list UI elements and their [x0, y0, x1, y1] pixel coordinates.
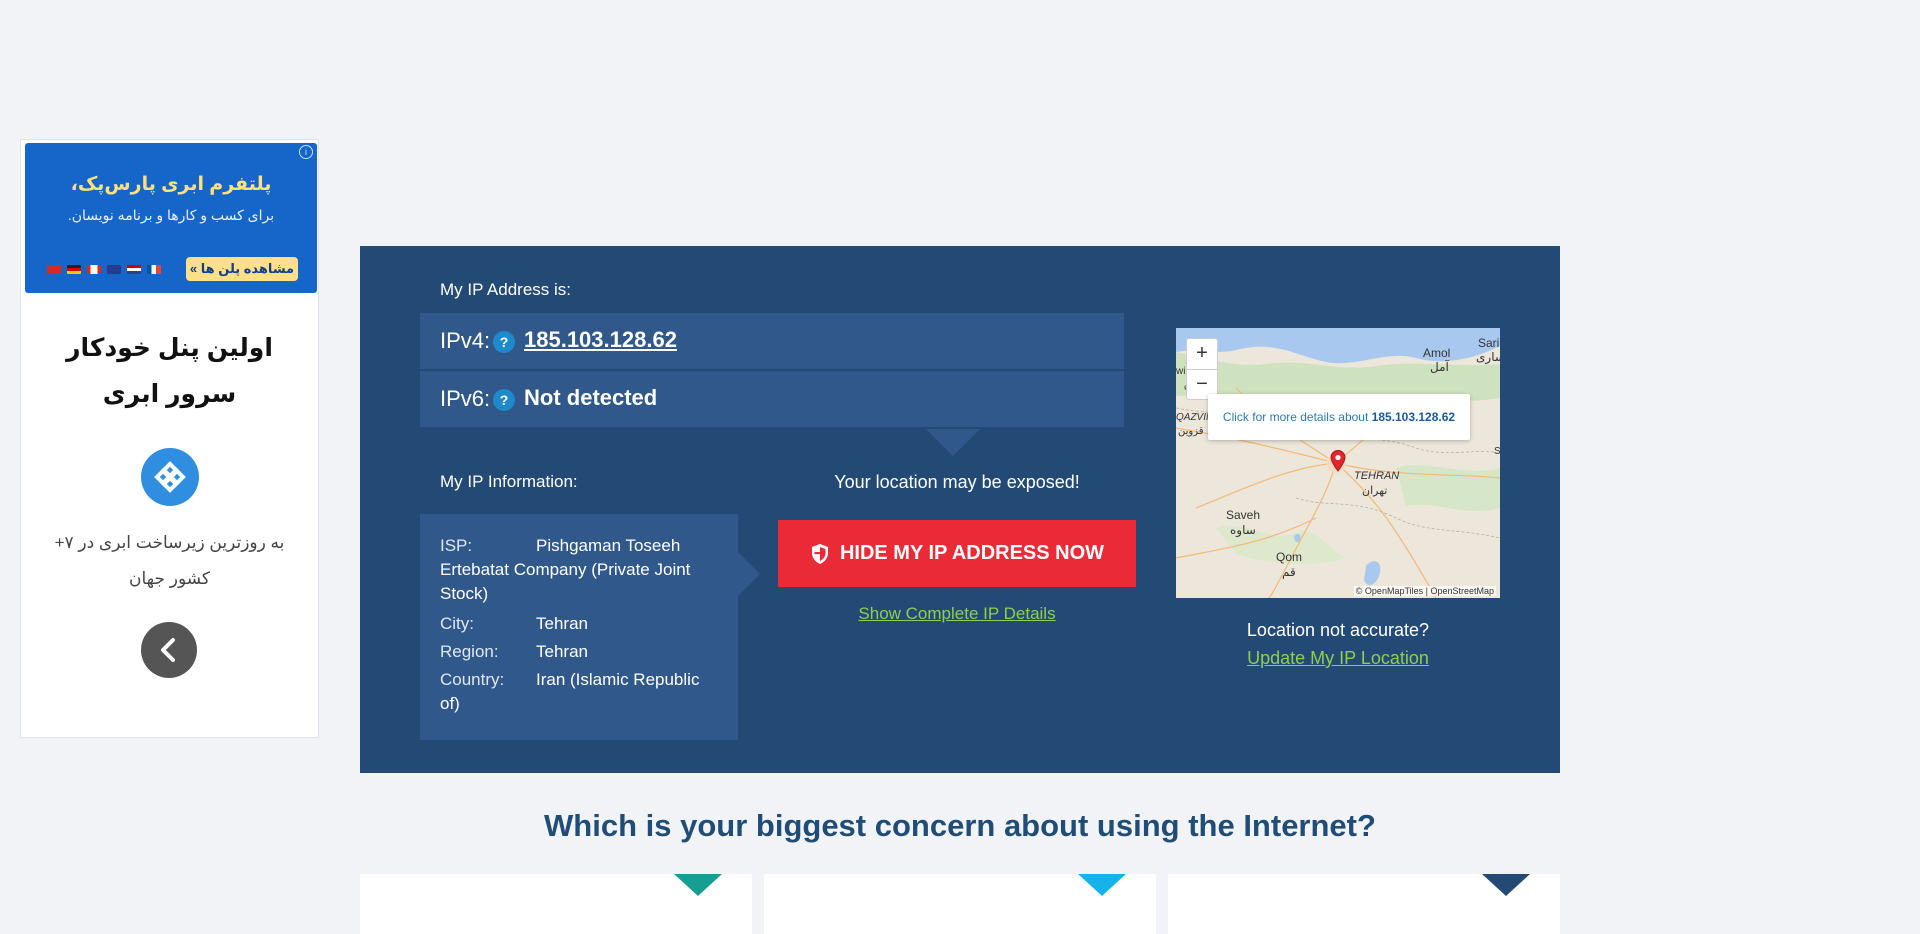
ipv4-label: IPv4: — [440, 328, 491, 353]
country-value-continued: of) — [440, 694, 460, 713]
chevron-left-icon — [161, 638, 175, 662]
ad-info-icon[interactable]: i — [299, 145, 313, 159]
region-row: Region: Tehran — [440, 640, 725, 664]
ad-banner-subtitle: برای کسب و کارها و برنامه نویسان. — [67, 207, 275, 223]
isp-label: ISP: — [440, 536, 473, 555]
map-attribution[interactable]: © OpenMapTiles | OpenStreetMap — [1353, 586, 1496, 596]
ad-banner-title: پلتفرم ابری پارس‌پک، — [70, 174, 272, 195]
city-value: Tehran — [536, 614, 588, 633]
ipv6-row: IPv6: ? Not detected — [420, 371, 1124, 427]
advertisement[interactable]: i پلتفرم ابری پارس‌پک، برای کسب و کارها … — [20, 139, 319, 738]
map-label-saveh-fa: ساوه — [1230, 523, 1256, 537]
city-label: City: — [440, 614, 474, 633]
map-label-qom-fa: قم — [1282, 565, 1296, 579]
info-arrow-decoration — [738, 552, 760, 596]
map-label-amol: Amol — [1423, 346, 1451, 360]
country-label: Country: — [440, 670, 505, 689]
shield-icon — [811, 543, 828, 564]
info-heading: My IP Information: — [440, 472, 578, 491]
map-zoom-control: + − — [1186, 338, 1218, 400]
map-popup[interactable]: Click for more details about 185.103.128… — [1208, 394, 1470, 440]
region-label: Region: — [440, 642, 499, 661]
ipv4-row: IPv4: ? 185.103.128.62 — [420, 313, 1124, 369]
map-label-qazvin-fa: قزوین — [1178, 426, 1204, 437]
ip-panel: My IP Address is: IPv4: ? 185.103.128.62… — [360, 246, 1560, 773]
ad-logo-icon — [141, 448, 199, 506]
map-popup-ip: 185.103.128.62 — [1371, 410, 1456, 424]
ad-prev-button[interactable] — [141, 622, 197, 678]
location-map[interactable]: Amol آمل Sari ساری win ق QAZVIN قزوین S … — [1176, 328, 1500, 598]
location-marker-icon[interactable] — [1330, 450, 1346, 472]
ipv6-value: Not detected — [524, 385, 658, 410]
map-label-amol-fa: آمل — [1430, 360, 1449, 374]
isp-value-continued: Ertebatat Company (Private Joint Stock) — [440, 560, 691, 603]
concern-card-1[interactable] — [360, 874, 752, 934]
ad-headline: اولین پنل خودکار سرور ابری — [66, 334, 273, 408]
map-label-tehran-fa: تهران — [1362, 485, 1388, 497]
map-label-sari-fa: ساری — [1476, 350, 1500, 364]
card-3-triangle — [1482, 874, 1530, 896]
concern-heading: Which is your biggest concern about usin… — [544, 808, 1376, 843]
country-row: Country: Iran (Islamic Republic — [440, 668, 725, 692]
map-popup-text: Click for more details about — [1222, 410, 1369, 424]
map-label-s: S — [1494, 446, 1500, 457]
map-label-sari: Sari — [1478, 336, 1500, 350]
help-icon[interactable]: ? — [493, 389, 515, 411]
show-details-link[interactable]: Show Complete IP Details — [778, 604, 1136, 624]
ipv4-value[interactable]: 185.103.128.62 — [524, 327, 677, 353]
map-label-tehran: TEHRAN — [1354, 470, 1400, 482]
map-label-qom: Qom — [1276, 550, 1303, 564]
zoom-in-button[interactable]: + — [1187, 339, 1217, 369]
ad-banner[interactable]: i پلتفرم ابری پارس‌پک، برای کسب و کارها … — [25, 143, 317, 293]
isp-value: Pishgaman Toseeh — [536, 536, 681, 555]
help-icon[interactable]: ? — [493, 331, 515, 353]
concern-card-2[interactable] — [764, 874, 1156, 934]
hide-ip-button[interactable]: HIDE MY IP ADDRESS NOW — [778, 520, 1136, 587]
notch-decoration — [926, 429, 980, 456]
flags-icon — [47, 265, 161, 274]
concern-card-3[interactable] — [1168, 874, 1560, 934]
exposure-warning: Your location may be exposed! — [834, 472, 1080, 492]
ip-heading: My IP Address is: — [440, 280, 572, 299]
region-value: Tehran — [536, 642, 588, 661]
city-row: City: Tehran — [440, 612, 725, 636]
country-value: Iran (Islamic Republic — [536, 670, 700, 689]
hide-ip-button-label: HIDE MY IP ADDRESS NOW — [839, 542, 1105, 564]
ad-plans-button[interactable]: مشاهده پلن ها » — [186, 257, 298, 281]
card-1-triangle — [674, 874, 722, 896]
ip-info-box: ISP: Pishgaman Toseeh Ertebatat Company … — [420, 514, 738, 740]
card-2-triangle — [1078, 874, 1126, 896]
isp-row: ISP: Pishgaman Toseeh — [440, 534, 725, 558]
update-location-link[interactable]: Update My IP Location — [1176, 648, 1500, 669]
map-label-saveh: Saveh — [1226, 508, 1261, 522]
ipv6-label: IPv6: — [440, 386, 491, 411]
location-question: Location not accurate? — [1246, 620, 1430, 640]
ad-body-text: به روزترین زیرساخت ابری در ۷+ کشور جهان — [54, 533, 285, 588]
